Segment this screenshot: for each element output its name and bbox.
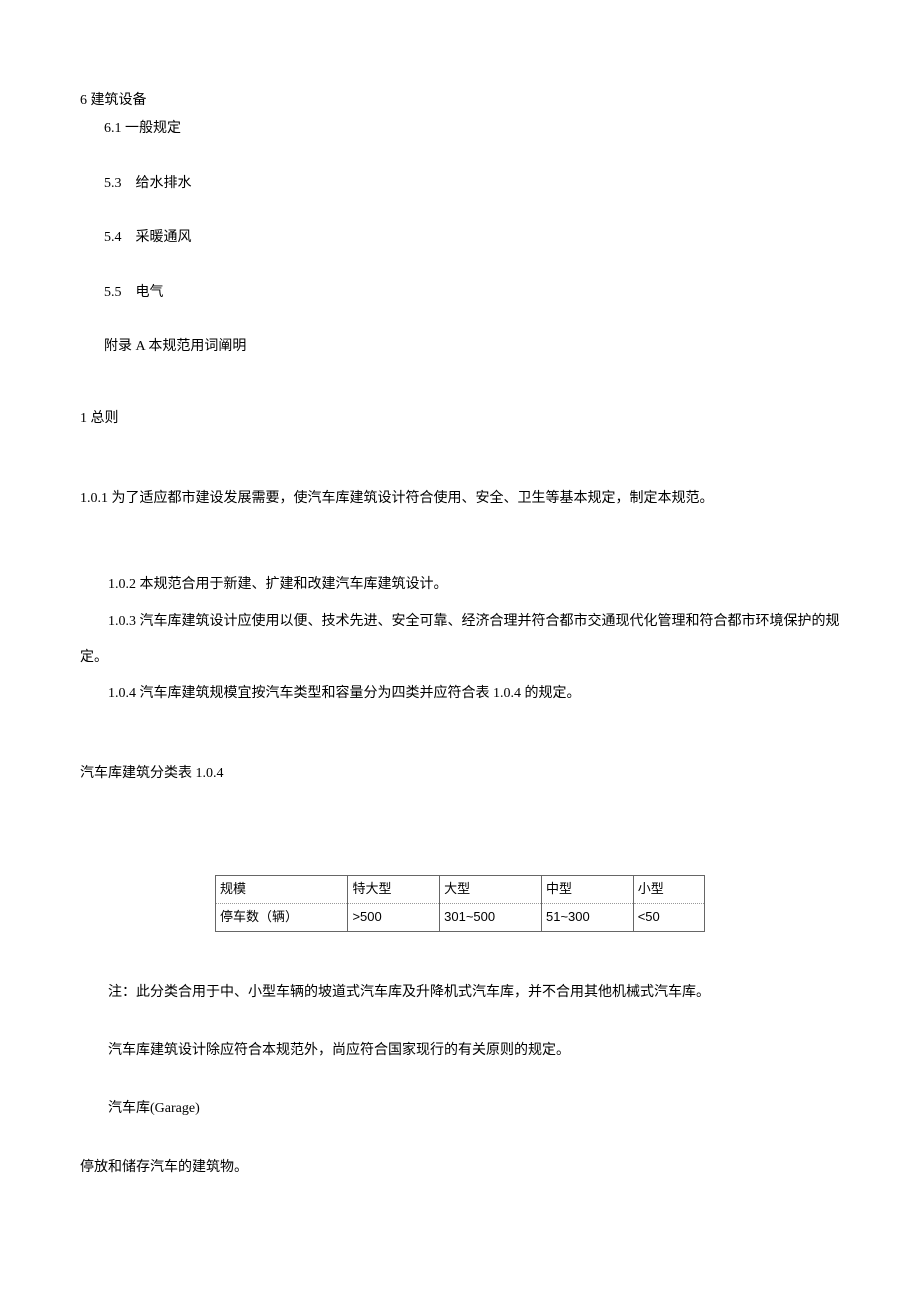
- note-classification: 注：此分类合用于中、小型车辆的坡道式汽车库及升降机式汽车库，并不合用其他机械式汽…: [80, 982, 840, 1004]
- para-1-0-2: 1.0.2 本规范合用于新建、扩建和改建汽车库建筑设计。: [80, 567, 840, 603]
- table-cell: 301~500: [440, 903, 542, 931]
- table-cell: 中型: [542, 876, 634, 904]
- term-garage: 汽车库(Garage): [80, 1098, 840, 1120]
- toc-item-5-4: 5.4 采暖通风: [104, 227, 840, 249]
- toc-item-6-1: 6.1 一般规定: [104, 118, 840, 140]
- table-cell: 特大型: [348, 876, 440, 904]
- table-cell: >500: [348, 903, 440, 931]
- classification-table: 规模 特大型 大型 中型 小型 停车数（辆） >500 301~500 51~3…: [215, 875, 705, 932]
- table-cell: 规模: [216, 876, 348, 904]
- toc-section-6: 6 建筑设备: [80, 90, 840, 112]
- toc-item-5-5: 5.5 电气: [104, 282, 840, 304]
- table-row: 停车数（辆） >500 301~500 51~300 <50: [216, 903, 705, 931]
- table-title: 汽车库建筑分类表 1.0.4: [80, 763, 840, 785]
- toc-appendix-a: 附录 A 本规范用词阐明: [104, 336, 840, 358]
- note-compliance: 汽车库建筑设计除应符合本规范外，尚应符合国家现行的有关原则的规定。: [80, 1040, 840, 1062]
- table-row: 规模 特大型 大型 中型 小型: [216, 876, 705, 904]
- table-cell: 大型: [440, 876, 542, 904]
- table-cell: 停车数（辆）: [216, 903, 348, 931]
- para-1-0-4: 1.0.4 汽车库建筑规模宜按汽车类型和容量分为四类并应符合表 1.0.4 的规…: [80, 676, 840, 712]
- toc-item-5-3: 5.3 给水排水: [104, 173, 840, 195]
- table-cell: 小型: [633, 876, 704, 904]
- section-1-title: 1 总则: [80, 408, 840, 430]
- para-1-0-1: 1.0.1 为了适应都市建设发展需要，使汽车库建筑设计符合使用、安全、卫生等基本…: [80, 481, 840, 517]
- para-1-0-3: 1.0.3 汽车库建筑设计应使用以便、技术先进、安全可靠、经济合理并符合都市交通…: [80, 604, 840, 677]
- table-cell: 51~300: [542, 903, 634, 931]
- term-garage-definition: 停放和储存汽车的建筑物。: [80, 1157, 840, 1179]
- table-cell: <50: [633, 903, 704, 931]
